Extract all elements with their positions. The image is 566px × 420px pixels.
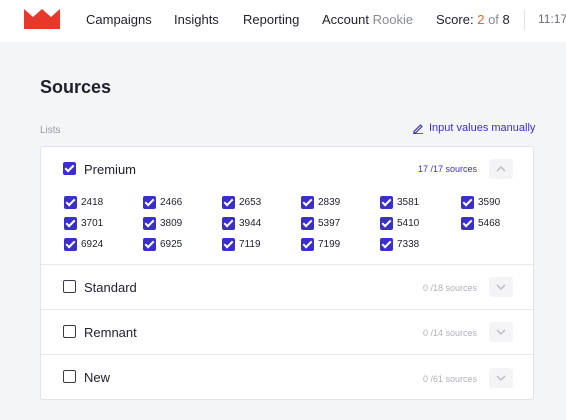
pencil-icon <box>413 124 423 134</box>
source-checkbox[interactable] <box>222 238 235 251</box>
source-label: 5468 <box>478 218 501 229</box>
source-checkbox[interactable] <box>222 196 235 209</box>
remnant-source-count: 0 /14 sources <box>423 328 477 338</box>
source-checkbox[interactable] <box>380 196 393 209</box>
list-name-new: New <box>84 370 111 385</box>
premium-source-count: 17 /17 sources <box>418 164 477 174</box>
source-checkbox[interactable] <box>222 217 235 230</box>
nav-account-label: Account <box>322 12 369 27</box>
source-label: 5397 <box>318 218 341 229</box>
section-divider <box>41 354 533 355</box>
top-navigation-bar: Campaigns Insights Reporting Account Roo… <box>0 0 566 42</box>
source-label: 3944 <box>239 218 262 229</box>
new-expand-button[interactable] <box>489 368 513 388</box>
premium-checkbox[interactable] <box>63 162 76 175</box>
topbar-divider <box>524 10 525 30</box>
list-name-remnant: Remnant <box>84 325 137 340</box>
lists-card: Premium 17 /17 sources 2418 2466 2653 2839 3… <box>40 146 534 400</box>
source-label: 2653 <box>239 197 262 208</box>
nav-account[interactable]: Account Rookie <box>322 12 413 27</box>
list-name-standard: Standard <box>84 280 137 295</box>
input-values-manually-link[interactable]: Input values manually <box>412 122 535 134</box>
section-divider <box>41 264 533 265</box>
source-label: 2418 <box>81 197 104 208</box>
source-checkbox[interactable] <box>301 196 314 209</box>
source-label: 3581 <box>397 197 420 208</box>
score-indicator: Score: 2 of 8 <box>436 12 510 27</box>
source-checkbox[interactable] <box>143 217 156 230</box>
section-divider <box>41 309 533 310</box>
lists-label: Lists <box>40 125 61 136</box>
page-title: Sources <box>40 77 112 97</box>
source-checkbox[interactable] <box>461 217 474 230</box>
nav-insights[interactable]: Insights <box>174 12 219 27</box>
source-checkbox[interactable] <box>380 217 393 230</box>
crown-icon[interactable] <box>24 9 60 29</box>
source-label: 7199 <box>318 239 341 250</box>
premium-collapse-button[interactable] <box>489 159 513 179</box>
source-label: 3701 <box>81 218 104 229</box>
score-label: Score: <box>436 12 474 27</box>
nav-campaigns[interactable]: Campaigns <box>86 12 152 27</box>
chevron-down-icon <box>496 375 506 381</box>
input-values-manually-label: Input values manually <box>429 122 536 134</box>
source-label: 6925 <box>160 239 183 250</box>
chevron-up-icon <box>496 166 506 172</box>
clock: 11:17 <box>538 12 566 26</box>
chevron-down-icon <box>496 329 506 335</box>
new-count-value: 0 /61 <box>422 374 443 384</box>
new-count-suffix: sources <box>445 374 477 384</box>
chevron-down-icon <box>496 284 506 290</box>
account-rank: Rookie <box>372 12 414 27</box>
remnant-expand-button[interactable] <box>489 322 513 342</box>
source-label: 5410 <box>397 218 420 229</box>
standard-source-count: 0 /18 sources <box>423 283 477 293</box>
standard-count-value: 0 /18 <box>422 283 443 293</box>
source-checkbox[interactable] <box>461 196 474 209</box>
score-current: 2 <box>477 12 485 27</box>
source-label: 3590 <box>478 197 501 208</box>
source-label: 7338 <box>397 239 420 250</box>
source-checkbox[interactable] <box>301 238 314 251</box>
source-label: 6924 <box>81 239 104 250</box>
source-label: 3809 <box>160 218 183 229</box>
premium-count-suffix: sources <box>445 164 477 174</box>
standard-expand-button[interactable] <box>489 277 513 297</box>
source-checkbox[interactable] <box>64 196 77 209</box>
source-label: 7119 <box>239 239 261 250</box>
source-checkbox[interactable] <box>143 196 156 209</box>
source-label: 2839 <box>318 197 341 208</box>
source-checkbox[interactable] <box>64 238 77 251</box>
list-name-premium: Premium <box>84 162 137 177</box>
remnant-checkbox[interactable] <box>63 325 76 338</box>
score-of: of <box>488 12 499 27</box>
remnant-count-suffix: sources <box>445 328 477 338</box>
standard-checkbox[interactable] <box>63 280 76 293</box>
new-checkbox[interactable] <box>63 370 76 383</box>
new-source-count: 0 /61 sources <box>423 374 477 384</box>
source-checkbox[interactable] <box>64 217 77 230</box>
nav-reporting[interactable]: Reporting <box>243 12 299 27</box>
remnant-count-value: 0 /14 <box>422 328 443 338</box>
source-checkbox[interactable] <box>380 238 393 251</box>
source-checkbox[interactable] <box>301 217 314 230</box>
source-checkbox[interactable] <box>143 238 156 251</box>
premium-count-value: 17 /17 <box>417 164 443 174</box>
source-label: 2466 <box>160 197 183 208</box>
score-total: 8 <box>502 12 510 27</box>
standard-count-suffix: sources <box>445 283 477 293</box>
